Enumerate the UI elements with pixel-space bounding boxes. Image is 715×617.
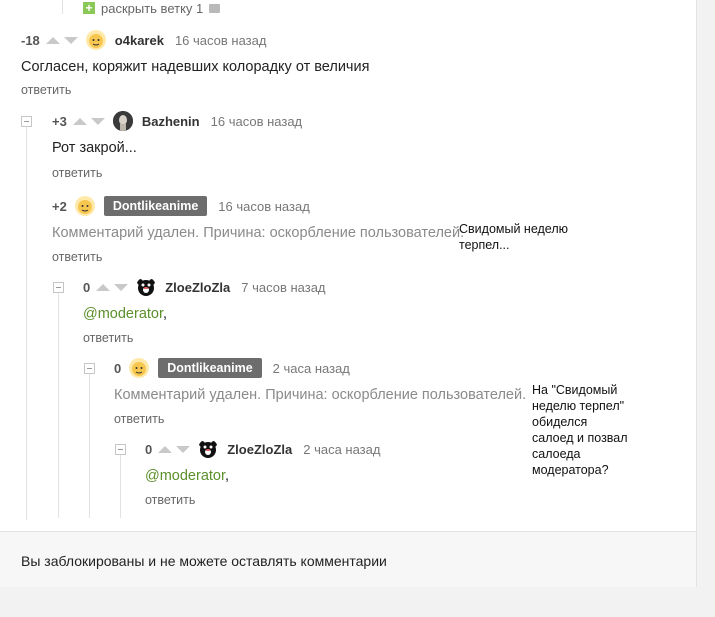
mention-suffix: , [225, 468, 230, 484]
reply-link[interactable]: ответить [52, 166, 102, 180]
annotation-note: На "Свидомый неделю терпел" обиделся сал… [532, 383, 628, 477]
comment-rating: 0 [83, 279, 91, 295]
deleted-comment-text: Комментарий удален. Причина: оскорбление… [114, 387, 527, 403]
comment-time[interactable]: 2 часа назад [303, 442, 380, 457]
comment-time[interactable]: 16 часов назад [175, 33, 267, 48]
thread-line [26, 127, 27, 520]
avatar[interactable] [74, 196, 95, 216]
comment-icon [209, 3, 221, 13]
author-name[interactable]: ZloeZloZla [227, 442, 292, 457]
arrow-down-icon[interactable] [63, 36, 78, 44]
thread-line [58, 293, 59, 518]
comment-time[interactable]: 16 часов назад [211, 114, 303, 129]
author-name[interactable]: Bazhenin [142, 114, 200, 129]
comment-header: +2 Dontlikeanime 16 часов назад [52, 196, 310, 216]
comment-rating: +2 [52, 198, 67, 214]
comment-rating: 0 [114, 360, 122, 376]
vote-controls [158, 445, 191, 453]
comment-header: -18 o4karek 16 часов назад [21, 30, 266, 50]
arrow-down-icon[interactable] [114, 283, 129, 291]
plus-icon: + [83, 2, 95, 14]
arrow-up-icon[interactable] [96, 283, 111, 291]
comment-header: 0 ZloeZloZla 2 часа назад [145, 439, 380, 459]
comment-time[interactable]: 16 часов назад [218, 199, 310, 214]
avatar[interactable] [136, 277, 157, 297]
vote-controls [72, 117, 105, 125]
mention-suffix: , [163, 306, 168, 322]
arrow-down-icon[interactable] [176, 445, 191, 453]
comment-time[interactable]: 2 часа назад [273, 361, 350, 376]
vote-controls [45, 36, 78, 44]
comment-rating: 0 [145, 441, 153, 457]
collapse-icon[interactable] [53, 282, 64, 293]
reply-link[interactable]: ответить [83, 331, 133, 345]
comment-text: Рот закрой... [52, 140, 137, 156]
collapse-icon[interactable] [84, 363, 95, 374]
comment-time[interactable]: 7 часов назад [241, 280, 325, 295]
annotation-note: Свидомый неделю терпел... [459, 222, 569, 252]
arrow-up-icon[interactable] [158, 445, 173, 453]
avatar[interactable] [129, 358, 150, 378]
avatar[interactable] [85, 30, 106, 50]
author-name[interactable]: ZloeZloZla [165, 280, 230, 295]
collapse-icon[interactable] [115, 444, 126, 455]
thread-line [89, 374, 90, 518]
mention-link[interactable]: @moderator [83, 306, 163, 322]
comment-text: @moderator, [83, 306, 167, 322]
author-name[interactable]: o4karek [115, 33, 164, 48]
avatar[interactable] [112, 111, 133, 131]
blocked-notice: Вы заблокированы и не можете оставлять к… [0, 531, 696, 587]
comments-panel: + раскрыть ветку 1 -18 o4karek 16 часов … [0, 0, 697, 587]
author-badge[interactable]: Dontlikeanime [103, 196, 208, 216]
reply-link[interactable]: ответить [114, 412, 164, 426]
comment-header: 0 ZloeZloZla 7 часов назад [83, 277, 326, 297]
comment-text: Согласен, коряжит надевших колорадку от … [21, 59, 370, 75]
collapse-icon[interactable] [21, 116, 32, 127]
comment-text: @moderator, [145, 468, 229, 484]
expand-branch-button[interactable]: + раскрыть ветку 1 [83, 0, 221, 16]
reply-link[interactable]: ответить [145, 493, 195, 507]
mention-link[interactable]: @moderator [145, 468, 225, 484]
comment-header: +3 Bazhenin 16 часов назад [52, 111, 302, 131]
reply-link[interactable]: ответить [52, 250, 102, 264]
comment-rating: -18 [21, 32, 40, 48]
deleted-comment-text: Комментарий удален. Причина: оскорбление… [52, 225, 465, 241]
vote-controls [96, 283, 129, 291]
expand-branch-label: раскрыть ветку 1 [101, 0, 204, 16]
thread-line [120, 455, 121, 518]
author-badge[interactable]: Dontlikeanime [158, 358, 262, 378]
reply-link[interactable]: ответить [21, 83, 71, 97]
arrow-up-icon[interactable] [45, 36, 60, 44]
thread-line [62, 0, 63, 14]
comment-header: 0 Dontlikeanime 2 часа назад [114, 358, 350, 378]
avatar[interactable] [198, 439, 219, 459]
arrow-up-icon[interactable] [72, 117, 87, 125]
blocked-notice-text: Вы заблокированы и не можете оставлять к… [21, 553, 387, 569]
arrow-down-icon[interactable] [90, 117, 105, 125]
comment-rating: +3 [52, 113, 67, 129]
